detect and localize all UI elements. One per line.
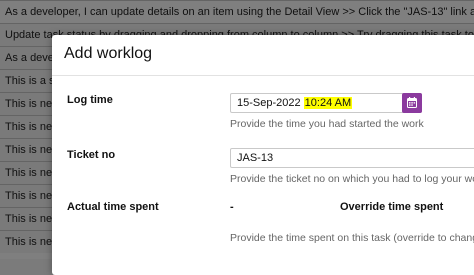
log-time-input[interactable]: 15-Sep-2022 10:24 AM <box>230 93 422 113</box>
add-worklog-dialog: Add worklog Log time 15-Sep-2022 10:24 A… <box>52 35 474 275</box>
ticket-no-label: Ticket no <box>67 149 116 161</box>
actual-time-help: Provide the time spent on this task (ove… <box>230 232 474 244</box>
ticket-no-help: Provide the ticket no on which you had t… <box>230 173 474 185</box>
log-time-label: Log time <box>67 94 113 106</box>
ticket-no-value: JAS-13 <box>237 152 274 164</box>
log-time-help: Provide the time you had started the wor… <box>230 118 424 130</box>
actual-time-label: Actual time spent <box>67 201 159 213</box>
actual-time-value: - <box>230 201 234 213</box>
calendar-icon <box>407 97 417 108</box>
log-time-date: 15-Sep-2022 <box>237 97 301 109</box>
override-time-label: Override time spent <box>340 201 444 213</box>
ticket-no-input[interactable]: JAS-13 <box>230 148 474 168</box>
title-divider <box>52 75 474 76</box>
log-time-time: 10:24 AM <box>303 97 353 109</box>
dialog-title: Add worklog <box>64 45 153 62</box>
calendar-button[interactable] <box>402 93 422 113</box>
